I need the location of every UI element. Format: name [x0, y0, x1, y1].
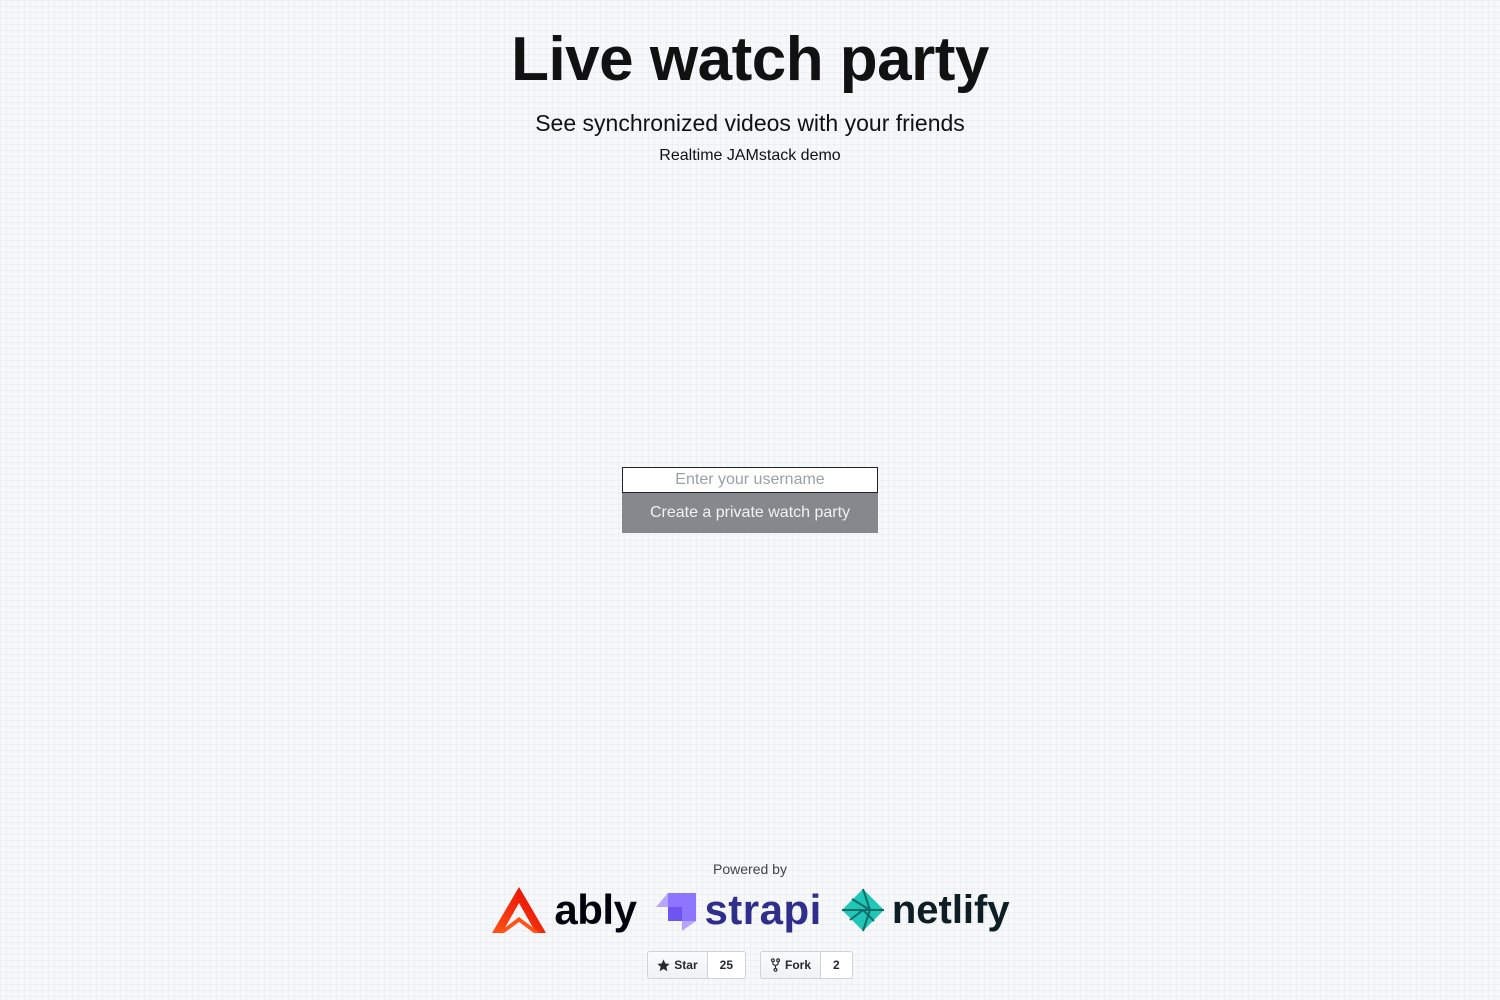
- github-buttons: Star 25 Fork 2: [0, 951, 1500, 979]
- github-fork-label: Fork: [785, 958, 812, 972]
- strapi-logo-text: strapi: [704, 886, 822, 933]
- fork-icon: [770, 958, 781, 972]
- netlify-logo-icon: [841, 888, 884, 932]
- ably-logo-link[interactable]: ably: [490, 885, 637, 935]
- create-party-button[interactable]: Create a private watch party: [622, 493, 878, 533]
- netlify-logo-text: netlify: [891, 888, 1010, 932]
- github-star-widget: Star 25: [647, 951, 746, 979]
- netlify-logo-link[interactable]: netlify: [840, 887, 1010, 933]
- powered-by-label: Powered by: [713, 861, 787, 877]
- sponsor-logos: ably strapi netlify: [0, 884, 1500, 936]
- page-title: Live watch party: [511, 25, 989, 94]
- page-tagline: Realtime JAMstack demo: [659, 147, 841, 164]
- strapi-logo-link[interactable]: strapi: [654, 887, 821, 933]
- github-star-count[interactable]: 25: [707, 952, 745, 978]
- github-fork-button[interactable]: Fork: [761, 952, 822, 978]
- star-icon: [657, 958, 670, 971]
- github-fork-widget: Fork 2: [760, 951, 853, 979]
- github-fork-count[interactable]: 2: [821, 952, 852, 978]
- username-input[interactable]: [622, 467, 878, 493]
- page-subtitle: See synchronized videos with your friend…: [535, 110, 965, 136]
- strapi-logo-icon: [656, 893, 697, 931]
- github-star-label: Star: [674, 958, 698, 972]
- create-party-form: Create a private watch party: [622, 467, 878, 533]
- github-star-button[interactable]: Star: [648, 952, 708, 978]
- ably-logo-text: ably: [554, 886, 637, 933]
- ably-logo-icon: [492, 887, 547, 933]
